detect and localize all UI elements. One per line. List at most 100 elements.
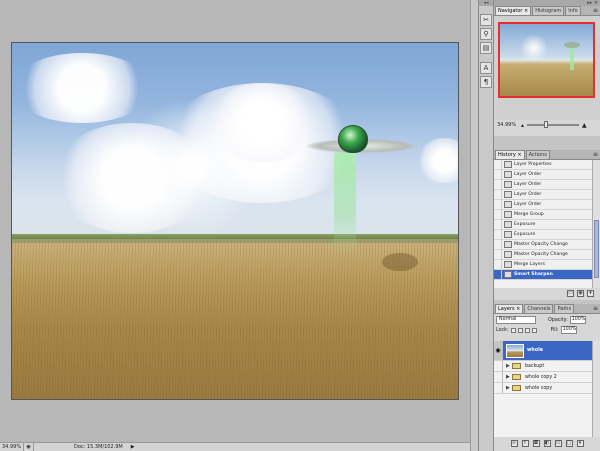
layer-group-row[interactable]: ▶ whole copy (494, 383, 592, 394)
navigator-view-box[interactable] (498, 22, 595, 98)
status-bar: 34.99% ◉ Doc: 15.3M/102.9M ▶ (0, 442, 470, 451)
history-state[interactable]: Exposure (494, 230, 592, 240)
zoom-in-icon[interactable]: ▲ (582, 122, 587, 129)
history-state[interactable]: Layer Properties (494, 160, 592, 170)
history-source-toggle[interactable] (494, 210, 502, 219)
new-layer-icon[interactable]: ▢ (565, 439, 573, 447)
trash-icon[interactable]: ▾ (576, 439, 584, 447)
folder-icon (512, 363, 521, 369)
history-source-toggle[interactable] (494, 240, 502, 249)
panel-menu-icon[interactable]: ≡ (593, 305, 598, 312)
history-state-icon (504, 261, 512, 268)
tab-paths[interactable]: Paths (554, 304, 575, 313)
new-document-from-state-icon[interactable]: ▭ (567, 289, 574, 297)
tool-presets-icon[interactable]: ▤ (480, 42, 492, 54)
history-state-label: Exposure (514, 232, 536, 237)
layer-group-row[interactable]: ▶ backupt (494, 361, 592, 372)
layer-name: whole (527, 348, 544, 353)
history-source-toggle[interactable] (494, 250, 502, 259)
visibility-eye-icon[interactable] (494, 372, 503, 382)
layer-name: whole copy 2 (525, 374, 557, 380)
history-state-icon (504, 161, 512, 168)
tab-histogram[interactable]: Histogram (532, 6, 565, 15)
history-state[interactable]: Master Opacity Change (494, 250, 592, 260)
history-state[interactable]: Layer Order (494, 190, 592, 200)
character-icon[interactable]: A (480, 62, 492, 74)
history-source-toggle[interactable] (494, 230, 502, 239)
opacity-label: Opacity: (548, 317, 568, 323)
visibility-eye-icon[interactable] (494, 383, 503, 393)
adjustment-layer-icon[interactable]: ◐ (543, 439, 551, 447)
history-source-toggle[interactable] (494, 170, 502, 179)
layer-mask-icon[interactable]: ◘ (532, 439, 540, 447)
tab-history[interactable]: History × (495, 150, 525, 159)
lock-position-icon[interactable] (524, 327, 530, 333)
history-state[interactable]: Exposure (494, 220, 592, 230)
panel-menu-icon[interactable]: ≡ (593, 7, 598, 14)
opacity-field[interactable]: 100% (569, 316, 586, 324)
navigator-preview-area (494, 16, 600, 120)
history-state[interactable]: Merge Layers (494, 260, 592, 270)
panel-icon-strip: ◂◂ ✂ ⚲ ▤ A ¶ (478, 0, 494, 451)
layers-scrollbar[interactable] (592, 341, 600, 437)
image-canvas[interactable] (11, 42, 459, 400)
panel-menu-icon[interactable]: ≡ (593, 151, 598, 158)
navigator-zoom-value[interactable]: 34.99% (497, 122, 521, 128)
history-scroll-thumb[interactable] (594, 220, 599, 278)
layers-panel: Layers × Channels Paths ≡ Normal Opacity… (494, 304, 600, 451)
history-source-toggle[interactable] (494, 220, 502, 229)
history-state[interactable]: Smart Sharpen (494, 270, 592, 280)
sun-glow (122, 98, 262, 238)
visibility-eye-icon[interactable]: ◉ (494, 341, 503, 360)
history-source-toggle[interactable] (494, 180, 502, 189)
layer-thumbnail (506, 343, 524, 358)
cloud-upper-left (12, 53, 152, 123)
history-source-toggle[interactable] (494, 190, 502, 199)
zoom-slider-knob[interactable] (543, 121, 548, 128)
history-state-label: Layer Properties (514, 162, 552, 167)
history-source-toggle[interactable] (494, 160, 502, 169)
history-state-label: Layer Order (514, 182, 542, 187)
lock-transparency-icon[interactable] (510, 327, 516, 333)
brush-preset-icon[interactable]: ✂ (480, 14, 492, 26)
tab-navigator[interactable]: Navigator × (495, 6, 532, 15)
navigator-zoom-slider[interactable] (527, 121, 580, 128)
status-menu-arrow-icon[interactable]: ▶ (131, 444, 135, 450)
layers-footer: ∞ f ◘ ◐ ▭ ▢ ▾ (494, 437, 600, 449)
dock-separator[interactable] (470, 0, 478, 451)
history-source-toggle[interactable] (494, 200, 502, 209)
history-state[interactable]: Layer Order (494, 200, 592, 210)
visibility-eye-icon[interactable] (494, 361, 503, 371)
history-state-icon (504, 171, 512, 178)
clone-source-icon[interactable]: ⚲ (480, 28, 492, 40)
history-state[interactable]: Merge Group (494, 210, 592, 220)
status-zoom[interactable]: 34.99% (0, 443, 24, 451)
tab-actions[interactable]: Actions (525, 150, 550, 159)
tab-channels[interactable]: Channels (524, 304, 554, 313)
history-state[interactable]: Master Opacity Change (494, 240, 592, 250)
tab-layers[interactable]: Layers × (495, 304, 524, 313)
history-state[interactable]: Layer Order (494, 170, 592, 180)
history-state[interactable]: Layer Order (494, 180, 592, 190)
history-state-label: Master Opacity Change (514, 252, 568, 257)
link-layers-icon[interactable]: ∞ (510, 439, 518, 447)
fill-field[interactable]: 100% (560, 326, 577, 334)
history-scrollbar[interactable] (592, 160, 600, 288)
paragraph-icon[interactable]: ¶ (480, 76, 492, 88)
history-source-toggle[interactable] (494, 260, 502, 269)
history-source-toggle[interactable] (494, 270, 502, 279)
layer-group-row[interactable]: ▶ whole copy 2 (494, 372, 592, 383)
tab-info[interactable]: Info (565, 6, 581, 15)
zoom-out-icon[interactable]: ▴ (521, 122, 524, 129)
trash-icon[interactable]: ▾ (587, 289, 594, 297)
new-group-icon[interactable]: ▭ (554, 439, 562, 447)
lock-all-icon[interactable] (531, 327, 537, 333)
history-state-icon (504, 201, 512, 208)
blend-mode-select[interactable]: Normal (496, 316, 536, 324)
history-state-label: Merge Group (514, 212, 544, 217)
layer-row[interactable]: ◉ whole (494, 341, 592, 361)
camera-snapshot-icon[interactable]: ◉ (577, 289, 584, 297)
status-info-button[interactable]: ◉ (24, 443, 34, 451)
layer-style-icon[interactable]: f (521, 439, 529, 447)
lock-pixels-icon[interactable] (517, 327, 523, 333)
